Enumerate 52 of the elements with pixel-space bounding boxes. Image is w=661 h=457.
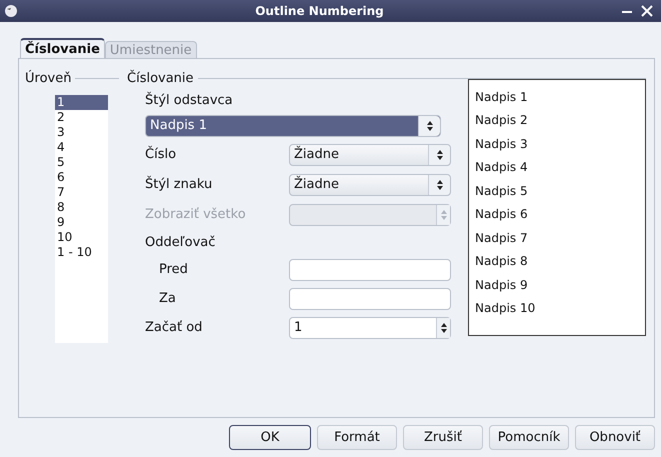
- preview-heading: Nadpis 8: [475, 253, 529, 270]
- input-field[interactable]: [289, 288, 451, 310]
- group-label: Číslovanie: [127, 69, 194, 88]
- level-item[interactable]: 4: [55, 140, 108, 154]
- dialog-button[interactable]: Zrušiť: [403, 425, 483, 450]
- preview-heading: Nadpis 7: [475, 230, 529, 246]
- close-icon[interactable]: [641, 5, 653, 17]
- spin-field[interactable]: 1: [289, 316, 451, 338]
- field-label: Číslo: [145, 145, 178, 164]
- tab[interactable]: Číslovanie: [20, 38, 105, 58]
- field-label: Za: [158, 290, 177, 308]
- preview-heading: Nadpis 5: [475, 182, 529, 200]
- field-label: Štýl znaku: [145, 175, 214, 194]
- up-down-arrows-icon: [440, 209, 448, 221]
- field-label: Oddeľovač: [145, 234, 216, 252]
- preview-heading: Nadpis 6: [475, 206, 529, 223]
- level-item[interactable]: 8: [55, 200, 108, 214]
- app-icon: [4, 4, 18, 18]
- dialog-button[interactable]: Formát: [317, 425, 397, 450]
- dialog-button[interactable]: Pomocník: [489, 425, 569, 450]
- dropdown[interactable]: Nadpis 1: [145, 114, 441, 136]
- level-item[interactable]: 7: [55, 184, 108, 200]
- dropdown[interactable]: Žiadne: [289, 174, 451, 196]
- level-item[interactable]: 1: [55, 94, 108, 110]
- field-label: Pred: [158, 260, 189, 279]
- up-down-arrows-icon: [436, 179, 444, 191]
- preview-heading: Nadpis 2: [475, 112, 529, 129]
- field-label: Štýl odstavca: [145, 90, 234, 110]
- up-down-arrows-icon: [426, 120, 434, 132]
- level-item[interactable]: 6: [55, 170, 108, 184]
- field-label: Zobraziť všetko: [145, 206, 247, 224]
- level-item[interactable]: 9: [55, 214, 108, 230]
- preview-heading: Nadpis 3: [475, 136, 529, 152]
- preview-heading: Nadpis 10: [475, 300, 536, 317]
- level-item[interactable]: 5: [55, 154, 108, 170]
- up-down-arrows-icon: [440, 322, 448, 334]
- level-item[interactable]: 2: [55, 110, 108, 124]
- window-title: Outline Numbering: [254, 3, 385, 20]
- dropdown[interactable]: Žiadne: [289, 144, 451, 166]
- level-item[interactable]: 3: [55, 124, 108, 140]
- level-item[interactable]: 1 - 10: [55, 244, 108, 260]
- preview-heading: Nadpis 1: [475, 88, 529, 106]
- group-label: Úroveň: [25, 69, 72, 88]
- preview-heading: Nadpis 9: [475, 276, 529, 294]
- field-label: Začať od: [145, 318, 204, 337]
- spin-field[interactable]: [289, 204, 451, 226]
- dialog-button[interactable]: Obnoviť: [575, 425, 655, 450]
- preview-heading: Nadpis 4: [475, 159, 529, 176]
- input-field[interactable]: [289, 258, 451, 280]
- up-down-arrows-icon: [436, 149, 444, 161]
- dialog-button[interactable]: OK: [229, 425, 311, 450]
- level-item[interactable]: 10: [55, 230, 108, 244]
